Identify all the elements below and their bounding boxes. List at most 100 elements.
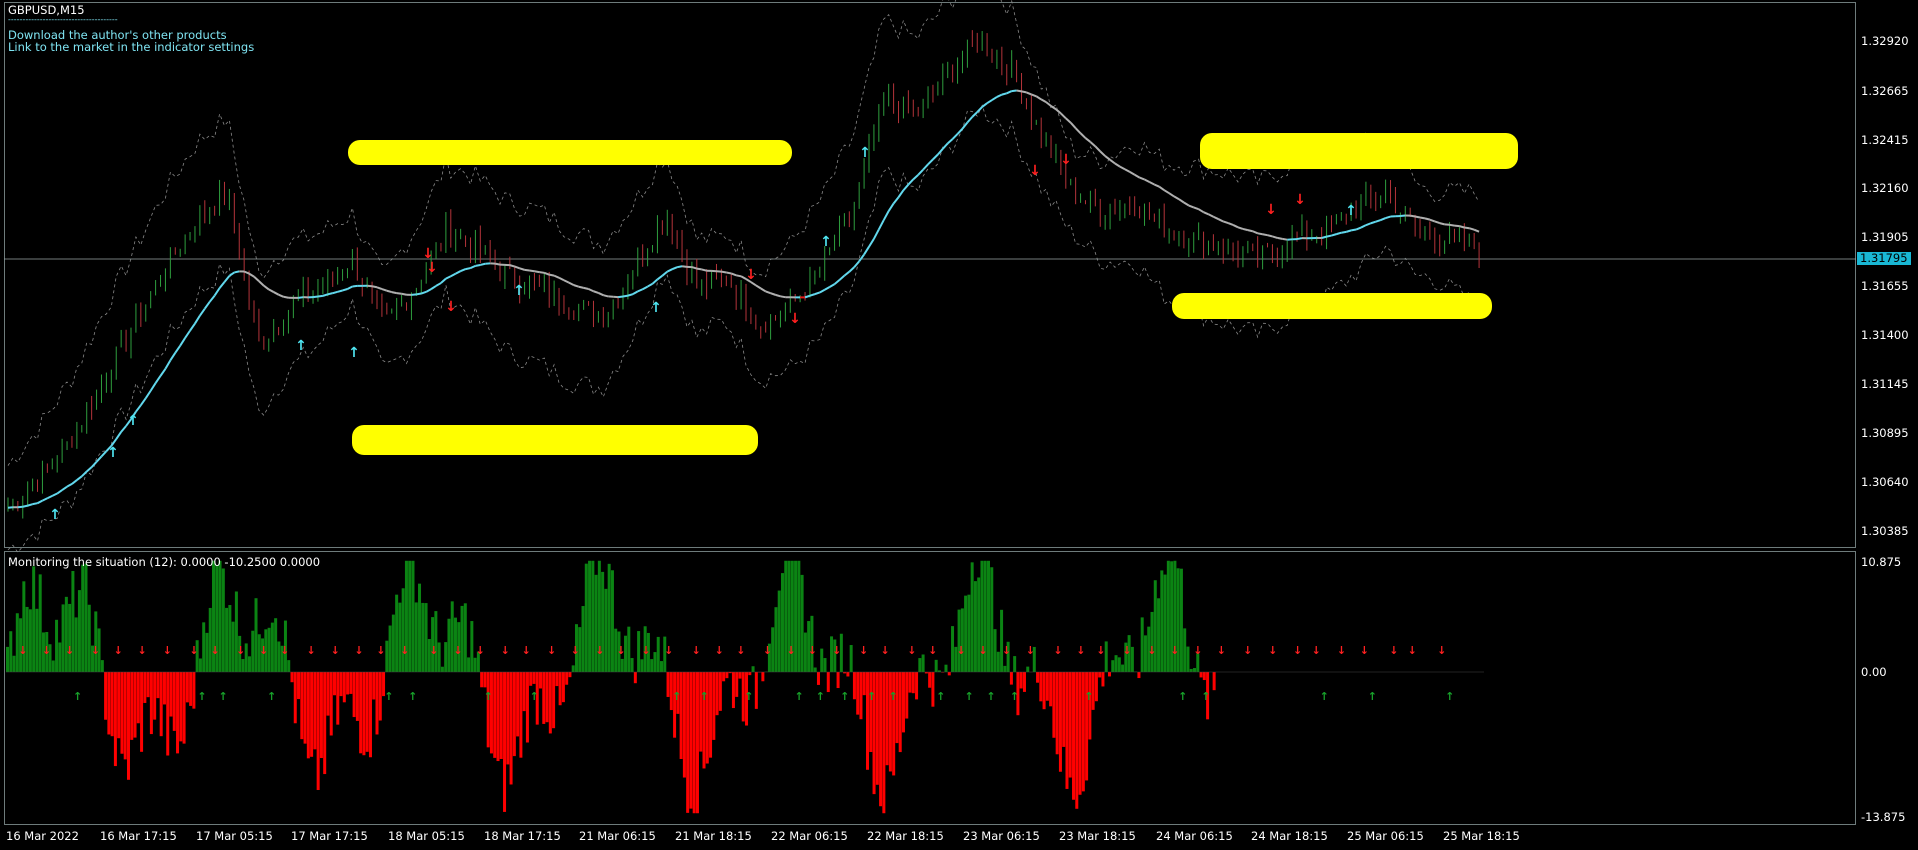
moving-average (386, 289, 393, 294)
sell-signal-icon: ↓ (114, 644, 123, 657)
histogram-bar (709, 672, 713, 758)
histogram-bar (333, 672, 336, 696)
y-label: 1.31905 (1861, 230, 1909, 244)
moving-average (1011, 89, 1017, 93)
buy-arrow-icon: ↑ (127, 413, 139, 429)
histogram-bar (869, 672, 873, 753)
histogram-bar (679, 672, 683, 759)
histogram-bar (512, 672, 516, 757)
moving-average (42, 497, 48, 502)
sell-signal-icon: ↓ (1122, 644, 1131, 657)
moving-average (583, 286, 589, 290)
histogram-bar (359, 672, 363, 754)
sell-signal-icon: ↓ (1096, 644, 1105, 657)
buy-arrow-icon: ↑ (513, 283, 525, 299)
histogram-bar (146, 672, 150, 698)
moving-average (775, 293, 781, 298)
sell-signal-icon: ↓ (763, 644, 772, 657)
histogram-bar (58, 642, 62, 672)
moving-average (61, 485, 68, 491)
moving-average (86, 466, 93, 473)
sell-signal-icon: ↓ (1408, 644, 1417, 657)
sell-signal-icon: ↓ (1147, 644, 1156, 657)
y-label: 1.31400 (1861, 328, 1909, 342)
histogram-bar (898, 672, 902, 753)
histogram-bar (1157, 598, 1161, 672)
histogram-bar (130, 672, 134, 740)
histogram-bar (951, 626, 955, 672)
moving-average (1040, 98, 1047, 104)
histogram-bar (418, 583, 422, 672)
histogram-bar (107, 672, 111, 735)
x-label: 23 Mar 18:15 (1059, 829, 1136, 843)
moving-average (1400, 214, 1406, 218)
histogram-bar (1078, 672, 1082, 795)
moving-average (278, 293, 284, 298)
moving-average (71, 479, 78, 485)
sell-signal-icon: ↓ (859, 644, 868, 657)
moving-average (1060, 112, 1067, 119)
histogram-bar (542, 672, 546, 724)
moving-average (322, 293, 329, 297)
histogram-bar (202, 622, 206, 672)
buy-arrow-icon: ↑ (650, 300, 662, 316)
moving-average (1473, 228, 1480, 233)
moving-average (1454, 224, 1460, 228)
sell-signal-icon: ↓ (522, 644, 531, 657)
moving-average (352, 284, 358, 288)
histogram-bar (964, 595, 968, 672)
moving-average (1247, 229, 1253, 233)
moving-average (76, 475, 83, 481)
histogram-bar (274, 618, 278, 672)
histogram-bar (434, 611, 438, 672)
buy-signal-icon: ↑ (867, 690, 876, 703)
moving-average (514, 265, 521, 270)
sell-signal-icon: ↓ (1268, 644, 1277, 657)
x-label: 18 Mar 05:15 (388, 829, 465, 843)
histogram-bar (774, 607, 778, 672)
histogram-bar (1042, 672, 1046, 710)
moving-average (425, 288, 432, 293)
histogram-bar (630, 658, 634, 672)
moving-average (617, 295, 624, 299)
histogram-bar (323, 672, 327, 775)
moving-average (391, 291, 397, 295)
moving-average (661, 270, 668, 277)
moving-average (234, 270, 240, 274)
histogram-bar (1193, 668, 1197, 672)
note-market-link[interactable]: Link to the market in the indicator sett… (8, 41, 254, 53)
moving-average (228, 271, 235, 277)
moving-average (1468, 227, 1475, 231)
histogram-bar (637, 631, 641, 672)
histogram-bar (64, 596, 68, 672)
histogram-bar (126, 672, 130, 780)
histogram-bar (159, 672, 163, 737)
buy-signal-icon: ↑ (1178, 690, 1187, 703)
moving-average (1464, 226, 1470, 230)
sell-signal-icon: ↓ (978, 644, 987, 657)
sell-signal-icon: ↓ (18, 644, 27, 657)
sell-signal-icon: ↓ (1193, 644, 1202, 657)
x-label: 22 Mar 18:15 (867, 829, 944, 843)
histogram-bar (424, 603, 428, 672)
moving-average (1414, 215, 1421, 219)
moving-average (1222, 220, 1229, 224)
highlight-bar (348, 140, 792, 165)
moving-average (922, 163, 929, 171)
buy-signal-icon: ↑ (1201, 690, 1210, 703)
histogram-bar (496, 672, 500, 762)
moving-average (1134, 173, 1141, 179)
moving-average (253, 275, 260, 282)
sell-signal-icon: ↓ (1217, 644, 1226, 657)
buy-signal-icon: ↑ (1368, 690, 1377, 703)
y-label: 1.30385 (1861, 524, 1909, 538)
histogram-bar (9, 631, 13, 672)
histogram-bar (503, 672, 507, 812)
histogram-bar (660, 661, 663, 672)
moving-average (632, 290, 639, 296)
moving-average (1355, 226, 1362, 231)
histogram-bar (1065, 672, 1069, 789)
histogram-bar (493, 672, 497, 758)
sell-signal-icon: ↓ (400, 644, 409, 657)
sell-signal-icon: ↓ (595, 644, 604, 657)
